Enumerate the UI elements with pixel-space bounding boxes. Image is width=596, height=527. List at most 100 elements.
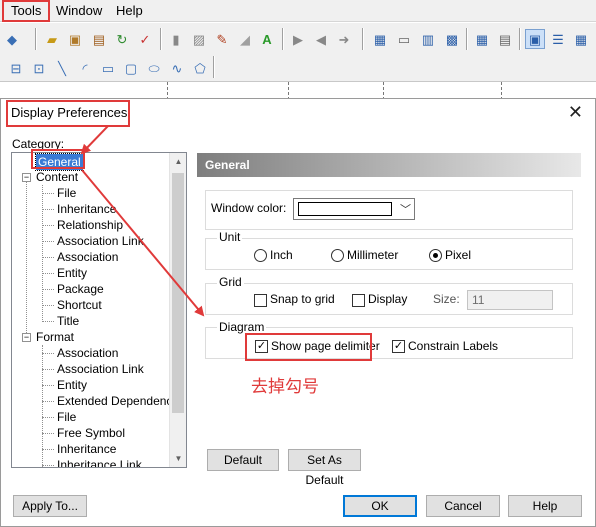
tree-line [42,353,54,354]
radio-pixel-label[interactable]: Pixel [445,248,471,262]
arrow-right-icon[interactable]: ➜ [334,29,354,49]
default-button[interactable]: Default [207,449,279,471]
arc-icon[interactable]: ◜ [75,58,95,78]
toolbar-main: ◆ ▰ ▣ ▤ ↻ ✓ ▮ ▨ ✎ ◢ A ▶ ◀ ➜ ▦ ▭ ▥ ▩ ▦ ▤ … [0,23,596,55]
arrow-left-icon[interactable]: ◀ [311,29,331,49]
tree-item[interactable]: Inheritance Link [57,457,142,467]
tree-line [42,273,54,274]
polyline-icon[interactable]: ∿ [167,58,187,78]
grid-size-input[interactable]: 11 [467,290,553,310]
window2-icon[interactable]: ▭ [394,29,414,49]
tree-item[interactable]: Title [57,313,79,329]
tree-item[interactable]: Inheritance [57,201,116,217]
tree-item[interactable]: Free Symbol [57,425,125,441]
tree-item[interactable]: File [57,185,76,201]
package2-icon[interactable]: ▤ [89,29,109,49]
collapse-icon[interactable]: − [22,173,31,182]
snap-to-grid-checkbox[interactable] [254,294,267,307]
select-icon[interactable]: ▣ [525,29,545,49]
delimiter-highlight-box [245,333,372,361]
check-icon[interactable]: ✓ [135,29,155,49]
tree-line [42,369,54,370]
size-label: Size: [433,292,460,306]
table-icon[interactable]: ▦ [571,29,591,49]
line-icon[interactable]: ╲ [52,58,72,78]
constrain-labels-checkbox[interactable]: ✓ [392,340,405,353]
open-icon[interactable]: ▰ [42,29,62,49]
toolbar-separator [466,28,468,50]
tree-item[interactable]: Association [57,249,118,265]
constrain-labels-label[interactable]: Constrain Labels [408,339,498,353]
tree-item[interactable]: File [57,409,76,425]
snap-to-grid-label[interactable]: Snap to grid [270,292,335,306]
shape-icon[interactable]: ▮ [166,29,186,49]
tree-item[interactable]: Relationship [57,217,123,233]
rounded-rect-icon[interactable]: ▢ [121,58,141,78]
tree-item[interactable]: Extended Dependency [57,393,178,409]
menu-window[interactable]: Window [53,2,105,20]
category-tree[interactable]: General − Content File Inheritance Relat… [11,152,187,468]
tree-item[interactable]: Package [57,281,104,297]
display-grid-checkbox[interactable] [352,294,365,307]
cancel-button[interactable]: Cancel [426,495,500,517]
tree-item[interactable]: Entity [57,265,87,281]
window6-icon[interactable]: ▤ [495,29,515,49]
collapse-icon[interactable]: − [22,333,31,342]
radio-inch[interactable] [254,249,267,262]
scroll-down-icon[interactable]: ▼ [170,450,186,467]
set-as-default-button[interactable]: Set As Default [288,449,361,487]
paint-icon[interactable]: ◢ [235,29,255,49]
tree-scrollbar[interactable]: ▲ ▼ [169,153,186,467]
title-highlight-box [6,100,130,127]
chevron-down-icon[interactable]: ﹀ [400,201,411,217]
annotation-text: 去掉勾号 [251,377,319,397]
scroll-up-icon[interactable]: ▲ [170,153,186,170]
model-icon[interactable]: ◆ [2,29,22,49]
tree-item[interactable]: Association Link [57,361,144,377]
tree-item[interactable]: Association [57,345,118,361]
tree-line [42,185,43,322]
text-icon[interactable]: ⊡ [29,58,49,78]
tree-item[interactable]: Entity [57,377,87,393]
color-swatch [298,202,392,216]
db-icon[interactable]: ⊟ [6,58,26,78]
font-icon[interactable]: A [257,29,277,49]
diagram-canvas[interactable] [0,81,596,100]
display-grid-label[interactable]: Display [368,292,407,306]
shape2-icon[interactable]: ▶ [288,29,308,49]
tree-item-format[interactable]: Format [36,329,74,345]
window3-icon[interactable]: ▥ [418,29,438,49]
general-highlight-box [31,149,85,169]
window-color-combo[interactable]: ﹀ [293,198,415,220]
refresh-icon[interactable]: ↻ [112,29,132,49]
tree-line [42,225,54,226]
ellipse-icon[interactable]: ⬭ [144,58,164,78]
shape-fill-icon[interactable]: ▨ [189,29,209,49]
tree-line [42,465,54,466]
tree-item[interactable]: Inheritance [57,441,116,457]
toolbar-separator [519,28,521,50]
window4-icon[interactable]: ▩ [442,29,462,49]
pen-icon[interactable]: ✎ [212,29,232,49]
tree-item[interactable]: Association Link [57,233,144,249]
radio-millimeter-label[interactable]: Millimeter [347,248,398,262]
help-button[interactable]: Help [508,495,582,517]
tree-line [42,193,54,194]
list-icon[interactable]: ☰ [548,29,568,49]
menu-help[interactable]: Help [113,2,146,20]
close-icon[interactable]: ✕ [568,102,583,123]
polygon-icon[interactable]: ⬠ [190,58,210,78]
radio-millimeter[interactable] [331,249,344,262]
tree-item-content[interactable]: Content [36,169,78,185]
radio-pixel[interactable] [429,249,442,262]
window-icon[interactable]: ▦ [370,29,390,49]
package-icon[interactable]: ▣ [65,29,85,49]
tree-item[interactable]: Shortcut [57,297,102,313]
apply-to-button[interactable]: Apply To... [13,495,87,517]
tree-line [42,241,54,242]
window5-icon[interactable]: ▦ [472,29,492,49]
rect-icon[interactable]: ▭ [98,58,118,78]
radio-inch-label[interactable]: Inch [270,248,293,262]
ok-button[interactable]: OK [343,495,417,517]
scrollbar-thumb[interactable] [172,173,184,413]
